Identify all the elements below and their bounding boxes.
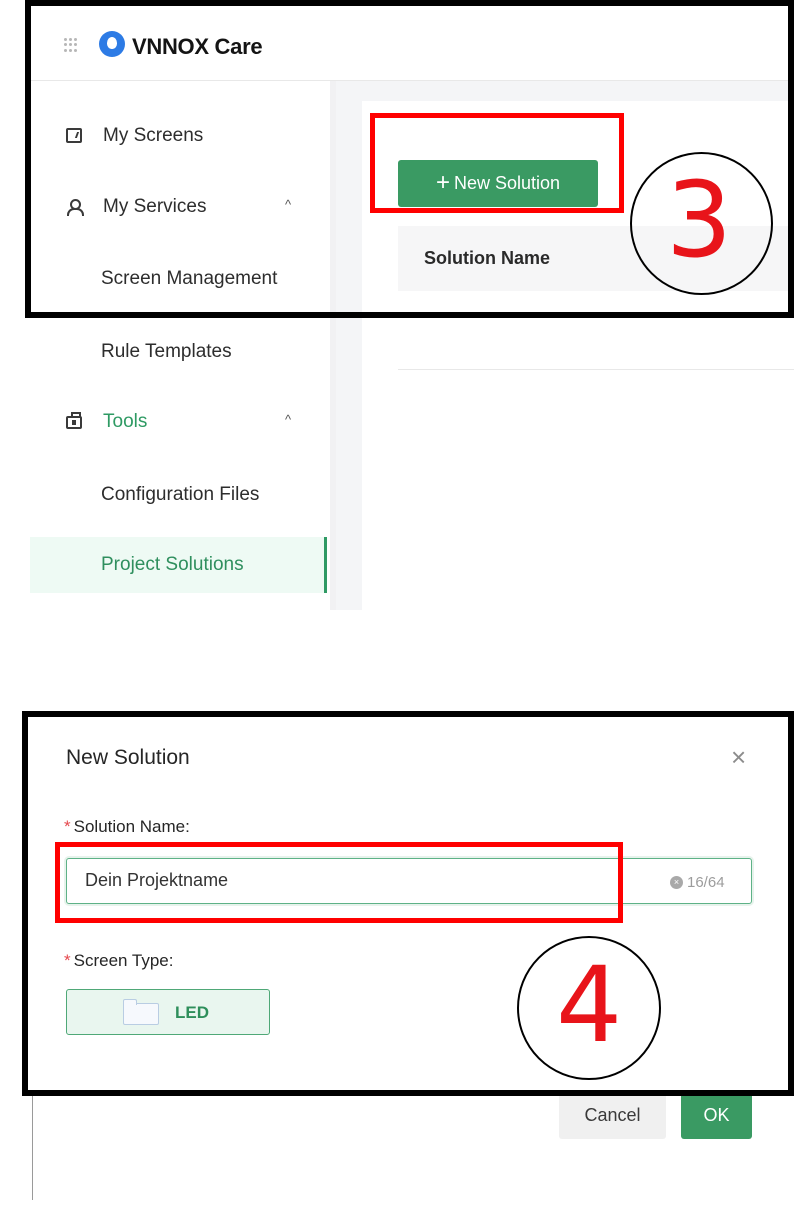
sidebar-item-label: Tools [103, 411, 148, 432]
sidebar-item-tools[interactable]: Tools ^ [30, 394, 326, 450]
sidebar-item-rule-templates[interactable]: Rule Templates [30, 324, 326, 380]
chevron-up-icon: ^ [285, 412, 292, 427]
sidebar-item-configuration-files[interactable]: Configuration Files [30, 467, 326, 523]
sidebar-item-project-solutions[interactable]: Project Solutions [30, 537, 327, 593]
sidebar-item-label: Configuration Files [101, 484, 260, 505]
sidebar-item-label: Project Solutions [101, 554, 244, 575]
table-divider [398, 369, 794, 370]
toolbox-icon [66, 412, 82, 429]
sidebar-item-label: Rule Templates [101, 341, 232, 362]
step-4-number: 4 [556, 944, 623, 1066]
dialog-edge [32, 1092, 33, 1200]
annotation-highlight-solution-name [55, 842, 623, 923]
step-3-number: 3 [666, 159, 733, 281]
cancel-button[interactable]: Cancel [559, 1092, 666, 1139]
ok-button[interactable]: OK [681, 1092, 752, 1139]
annotation-highlight-new-solution [370, 113, 624, 213]
